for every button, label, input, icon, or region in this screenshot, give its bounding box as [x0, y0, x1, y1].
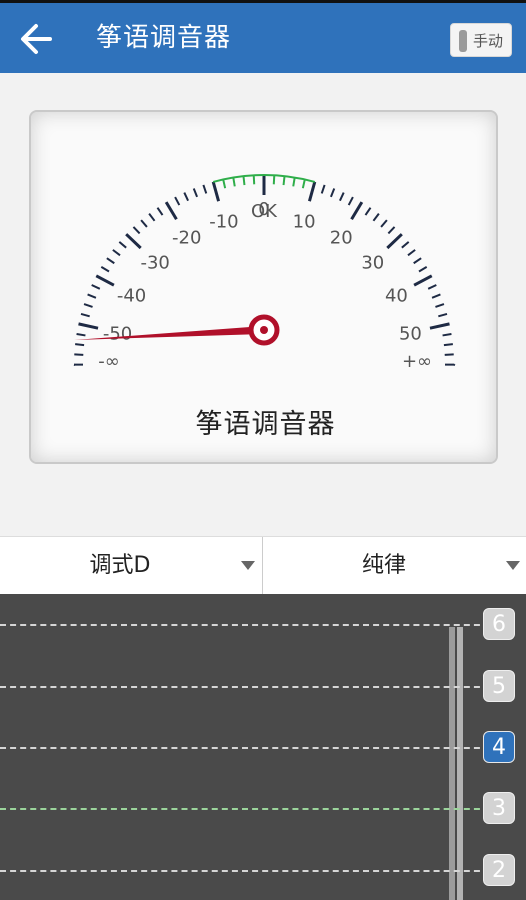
- scale-label-pos-inf: +∞: [402, 351, 432, 372]
- gauge-tick: [100, 266, 110, 273]
- gauge-tick: [301, 179, 306, 189]
- gauge-tick: [387, 226, 396, 235]
- scale-label: -50: [103, 324, 132, 345]
- scale-label: -10: [209, 211, 238, 232]
- gauge-tick: [442, 332, 452, 337]
- gauge-tick: [140, 219, 148, 228]
- string-panel: 6 5 4 3 2: [0, 594, 526, 900]
- gauge-tick: [222, 179, 227, 189]
- string-5-button[interactable]: 5: [483, 670, 515, 702]
- string-6-button[interactable]: 6: [483, 608, 515, 640]
- string-line: [0, 747, 490, 749]
- scale-label: 40: [385, 286, 408, 307]
- mode-select[interactable]: 调式D: [0, 537, 263, 595]
- gauge-tick: [443, 343, 453, 347]
- bridge-bar: [457, 627, 463, 900]
- manual-mode-toggle[interactable]: 手动: [450, 23, 512, 57]
- gauge-tick: [427, 284, 437, 290]
- scale-label: 50: [399, 324, 422, 345]
- gauge-tick: [350, 201, 364, 221]
- gauge-tick: [438, 312, 448, 318]
- gauge-tick: [78, 322, 99, 330]
- gauge-tick: [347, 196, 354, 206]
- gauge-tick: [435, 303, 445, 308]
- ok-label: OK: [251, 201, 278, 222]
- scale-label: 30: [361, 253, 384, 274]
- meter-name: 筝语调音器: [195, 409, 336, 440]
- gauge-tick: [307, 181, 317, 202]
- caret-down-icon: [241, 561, 255, 570]
- scale-label: 20: [330, 227, 353, 248]
- gauge-tick: [242, 176, 246, 186]
- temperament-select[interactable]: 纯律: [264, 537, 526, 595]
- string-line: [0, 686, 490, 688]
- selector-bar: 调式D 纯律: [0, 536, 526, 595]
- gauge-tick: [75, 343, 85, 347]
- gauge-tick: [372, 213, 380, 222]
- gauge-tick: [91, 284, 101, 290]
- gauge-tick: [329, 188, 336, 198]
- page-title: 筝语调音器: [96, 23, 232, 53]
- gauge-tick: [413, 274, 433, 287]
- gauge-tick: [386, 233, 403, 250]
- string-3-button[interactable]: 3: [483, 792, 515, 824]
- scale-label: -40: [117, 286, 146, 307]
- gauge-tick: [211, 181, 221, 202]
- gauge-tick: [112, 249, 121, 257]
- string-line: [0, 808, 490, 810]
- gauge-tick: [413, 257, 422, 265]
- gauge-tick: [429, 322, 450, 330]
- scale-label: 10: [293, 211, 316, 232]
- gauge-tick: [87, 293, 97, 299]
- gauge-tick: [202, 184, 208, 194]
- gauge-tick: [192, 188, 199, 198]
- scale-label-neg-inf: -∞: [98, 351, 120, 372]
- gauge-tick: [292, 177, 296, 187]
- gauge-tick: [74, 353, 84, 356]
- gauge-tick: [418, 266, 428, 273]
- gauge-tick: [401, 241, 410, 249]
- string-4-button[interactable]: 4: [483, 731, 515, 763]
- mode-toggle-label: 手动: [473, 32, 504, 50]
- caret-down-icon: [506, 561, 520, 570]
- meter-gauge: -10 10-20 20-30 30-40 40-50 500OK-∞ +∞: [73, 174, 456, 372]
- gauge-tick: [95, 274, 115, 287]
- gauge-tick: [80, 312, 90, 318]
- gauge-tick: [106, 257, 115, 265]
- string-line: [0, 870, 490, 872]
- gauge-tick: [125, 233, 142, 250]
- gauge-tick: [431, 293, 441, 299]
- app-bar: 筝语调音器 手动: [0, 3, 526, 73]
- toggle-knob: [459, 30, 467, 52]
- gauge-tick: [148, 213, 156, 222]
- mode-select-value: 调式D: [89, 553, 151, 578]
- gauge-tick: [232, 177, 236, 187]
- gauge-tick: [183, 192, 189, 202]
- scale-label: -30: [140, 253, 169, 274]
- gauge-tick: [282, 176, 286, 186]
- gauge-tick: [76, 332, 86, 337]
- gauge-tick: [156, 207, 164, 216]
- gauge-tick: [407, 249, 416, 257]
- gauge-tick: [174, 196, 181, 206]
- string-2-button[interactable]: 2: [483, 854, 515, 886]
- gauge-tick: [132, 226, 141, 235]
- gauge-tick: [444, 353, 454, 356]
- temperament-select-value: 纯律: [361, 553, 406, 578]
- bridge-bar: [449, 627, 455, 900]
- meter-area: -10 10 -20 20 -30 30 -40 40 -50 50 0 OK -∞ +∞ 筝语调音器: [0, 73, 526, 536]
- needle-hub-center: [260, 326, 268, 334]
- back-button[interactable]: [16, 18, 58, 60]
- gauge-tick: [320, 184, 326, 194]
- tuning-meter: -10 10 -20 20 -30 30 -40 40 -50 50 0 OK -∞ +∞ 筝语调音器: [29, 110, 498, 464]
- gauge-tick: [83, 303, 93, 308]
- string-line: [0, 624, 490, 626]
- gauge-tick: [380, 219, 388, 228]
- gauge-tick: [364, 207, 372, 216]
- gauge-tick: [164, 201, 178, 221]
- gauge-tick: [339, 192, 345, 202]
- scale-label: -20: [172, 227, 201, 248]
- arrow-left-icon: [21, 24, 52, 54]
- gauge-tick: [118, 241, 127, 249]
